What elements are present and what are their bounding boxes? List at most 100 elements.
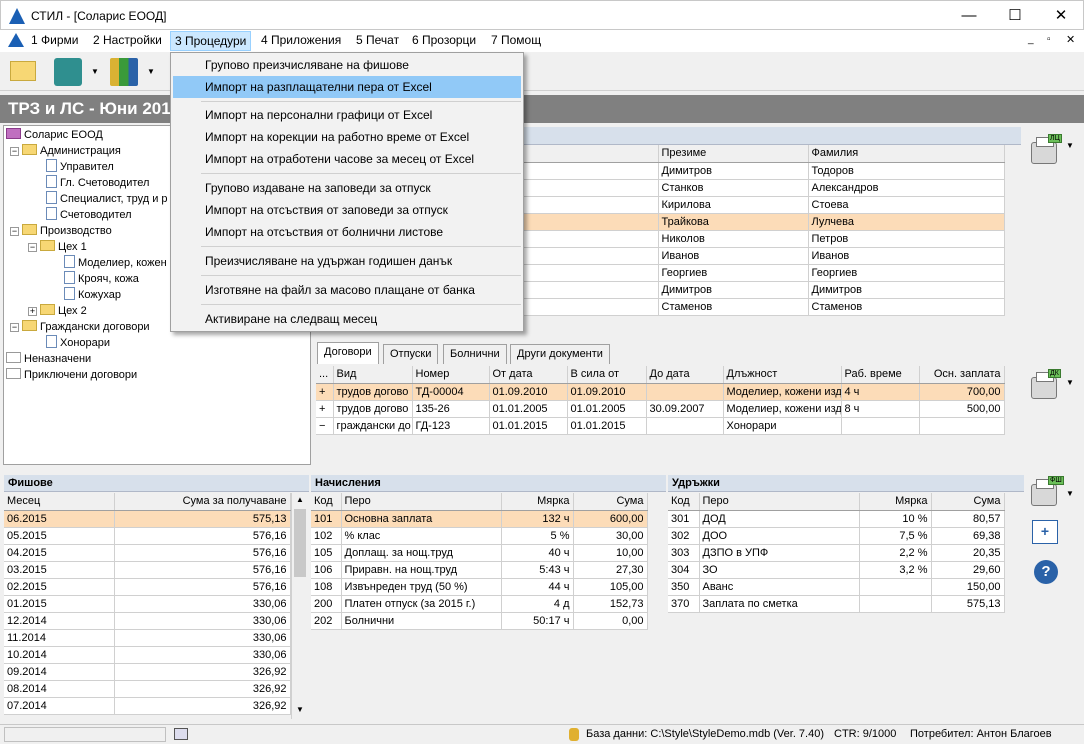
scroll-thumb[interactable]: [294, 509, 306, 577]
scroll-up-icon[interactable]: ▲: [296, 495, 304, 504]
tree-node-specialist[interactable]: Специалист, труд и р: [46, 191, 168, 207]
menu-applications[interactable]: 4 Приложения: [257, 31, 345, 51]
tree-node-cutter[interactable]: Крояч, кожа: [64, 271, 139, 287]
expand-toggle[interactable]: +: [316, 383, 334, 401]
contracts-table[interactable]: ... Вид Номер От дата В сила от До дата …: [316, 366, 1005, 435]
menu-item-import-leave-absences[interactable]: Импорт на отсъствия от заповеди за отпус…: [173, 199, 521, 221]
chevron-down-icon[interactable]: ▼: [147, 67, 155, 76]
col-to-date[interactable]: До дата: [646, 366, 724, 384]
scroll-down-icon[interactable]: ▼: [296, 705, 304, 714]
table-row[interactable]: 200 Платен отпуск (за 2015 г.) 4 д 152,73: [311, 595, 648, 613]
col-item[interactable]: Перо: [341, 493, 502, 511]
menu-item-import-worktime-corrections[interactable]: Импорт на корекции на работно време от E…: [173, 126, 521, 148]
chevron-down-icon[interactable]: ▼: [91, 67, 99, 76]
tree-node-unassigned[interactable]: Неназначени: [6, 351, 91, 367]
col-effective[interactable]: В сила от: [567, 366, 647, 384]
table-row[interactable]: 05.2015 576,16: [4, 527, 291, 545]
table-row[interactable]: + трудов догово 135-26 01.01.2005 01.01.2005…: [316, 400, 1005, 418]
col-expand[interactable]: ...: [316, 366, 334, 384]
accruals-table[interactable]: Код Перо Мярка Сума 101 Основна заплата 132 ч…: [311, 493, 648, 630]
table-row[interactable]: 12.2014 330,06: [4, 612, 291, 630]
table-row[interactable]: 108 Извънреден труд (50 %) 44 ч 105,00: [311, 578, 648, 596]
table-row-selected[interactable]: + трудов догово ТД-00004 01.09.2010 01.09.20…: [316, 383, 1005, 401]
tree-node-workshop-1[interactable]: − Цех 1: [28, 239, 87, 255]
table-row[interactable]: 10.2014 330,06: [4, 646, 291, 664]
close-button[interactable]: ✕: [1038, 1, 1084, 31]
mdi-restore-icon[interactable]: ▫: [1047, 34, 1051, 45]
table-row[interactable]: 302 ДОО 7,5 % 69,38: [668, 527, 1005, 545]
print-lc-button[interactable]: ЛЦ: [1031, 134, 1062, 164]
table-row[interactable]: − граждански до ГД-123 01.01.2015 01.01.2015…: [316, 417, 1005, 435]
table-row[interactable]: 304 ЗО 3,2 % 29,60: [668, 561, 1005, 579]
tree-node-designer[interactable]: Моделиер, кожен: [64, 255, 167, 271]
tab-sick[interactable]: Болнични: [443, 344, 507, 364]
tree-node-company[interactable]: Соларис ЕООД: [6, 127, 103, 143]
tree-node-closed-contracts[interactable]: Приключени договори: [6, 367, 137, 383]
expand-icon[interactable]: +: [28, 307, 37, 316]
menu-help[interactable]: 7 Помощ: [487, 31, 545, 51]
table-row[interactable]: 04.2015 576,16: [4, 544, 291, 562]
table-row[interactable]: 02.2015 576,16: [4, 578, 291, 596]
expand-toggle[interactable]: +: [316, 400, 334, 418]
open-folder-icon[interactable]: [10, 61, 36, 81]
menu-windows[interactable]: 6 Прозорци: [408, 31, 480, 51]
payslips-scrollbar[interactable]: ▲ ▼: [291, 493, 308, 719]
print-dk-button[interactable]: ДК: [1031, 369, 1061, 399]
table-row[interactable]: 370 Заплата по сметка 575,13: [668, 595, 1005, 613]
col-amount[interactable]: Сума: [931, 493, 1005, 511]
collapse-icon[interactable]: −: [10, 147, 19, 156]
menu-settings[interactable]: 2 Настройки: [89, 31, 166, 51]
deductions-table[interactable]: Код Перо Мярка Сума 301 ДОД 10 % 80,57 302 ДОО 7…: [668, 493, 1005, 613]
table-row[interactable]: 106 Приравн. на нощ.труд 5:43 ч 27,30: [311, 561, 648, 579]
tree-node-accountant[interactable]: Счетоводител: [46, 207, 132, 223]
tree-node-admin[interactable]: − Администрация: [10, 143, 121, 159]
menu-item-import-payment-items[interactable]: Импорт на разплащателни пера от Excel: [173, 76, 521, 98]
table-row[interactable]: 08.2014 326,92: [4, 680, 291, 698]
add-item-icon[interactable]: +: [1032, 520, 1058, 544]
tab-leave[interactable]: Отпуски: [383, 344, 439, 364]
table-row[interactable]: 102% клас 5 % 30,00: [311, 527, 648, 545]
col-code[interactable]: Код: [668, 493, 700, 511]
payslips-table[interactable]: Месец Сума за получаване 06.2015 575,13 05…: [4, 493, 291, 715]
expand-toggle[interactable]: −: [316, 417, 334, 435]
col-middle-name[interactable]: Презиме: [658, 145, 809, 163]
collapse-icon[interactable]: −: [10, 227, 19, 236]
col-type[interactable]: Вид: [333, 366, 413, 384]
menu-item-bank-payment-file[interactable]: Изготвяне на файл за масово плащане от б…: [173, 279, 521, 301]
col-last-name[interactable]: Фамилия: [808, 145, 1005, 163]
col-from-date[interactable]: От дата: [489, 366, 568, 384]
menu-item-recalc-payslips[interactable]: Групово преизчисляване на фишове: [173, 54, 521, 76]
minimize-button[interactable]: —: [946, 1, 992, 31]
table-row[interactable]: 202 Болнични 50:17 ч 0,00: [311, 612, 648, 630]
tab-other-docs[interactable]: Други документи: [510, 344, 610, 364]
menu-firms[interactable]: 1 Фирми: [27, 31, 82, 51]
chevron-down-icon[interactable]: ▼: [1066, 489, 1074, 498]
table-row[interactable]: 105 Доплащ. за нощ.труд 40 ч 10,00: [311, 544, 648, 562]
col-amount[interactable]: Сума: [573, 493, 648, 511]
col-position[interactable]: Длъжност: [723, 366, 842, 384]
collapse-icon[interactable]: −: [28, 243, 37, 252]
col-item[interactable]: Перо: [699, 493, 860, 511]
help-icon[interactable]: ?: [1034, 560, 1058, 584]
col-number[interactable]: Номер: [412, 366, 490, 384]
table-row[interactable]: 11.2014 330,06: [4, 629, 291, 647]
tree-node-manager[interactable]: Управител: [46, 159, 114, 175]
tab-contracts[interactable]: Договори: [317, 342, 379, 364]
col-measure[interactable]: Мярка: [501, 493, 574, 511]
tree-node-civil-contracts[interactable]: − Граждански договори: [10, 319, 150, 335]
menu-procedures[interactable]: 3 Процедури: [170, 31, 252, 51]
menu-item-activate-next-month[interactable]: Активиране на следващ месец: [173, 308, 521, 330]
tree-node-furrier[interactable]: Кожухар: [64, 287, 121, 303]
maximize-button[interactable]: ☐: [992, 1, 1038, 31]
menu-item-group-leave-orders[interactable]: Групово издаване на заповеди за отпуск: [173, 177, 521, 199]
print-fsh-button[interactable]: ФШ: [1031, 476, 1064, 506]
table-row-selected[interactable]: 06.2015 575,13: [4, 510, 291, 528]
books-icon[interactable]: [110, 58, 138, 86]
chevron-down-icon[interactable]: ▼: [1066, 378, 1074, 387]
collapse-icon[interactable]: −: [10, 323, 19, 332]
menu-item-recalc-annual-tax[interactable]: Преизчисляване на удържан годишен данък: [173, 250, 521, 272]
col-net-amount[interactable]: Сума за получаване: [114, 493, 291, 511]
table-row[interactable]: 303 ДЗПО в УПФ 2,2 % 20,35: [668, 544, 1005, 562]
table-row[interactable]: 07.2014 326,92: [4, 697, 291, 715]
col-work-time[interactable]: Раб. време: [841, 366, 920, 384]
